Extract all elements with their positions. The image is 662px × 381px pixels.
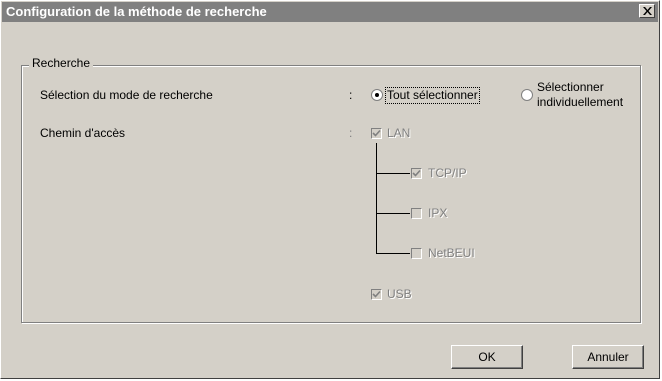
title-bar[interactable]: Configuration de la méthode de recherche [2, 2, 658, 22]
checkbox-tcpip-label: TCP/IP [428, 166, 467, 180]
checkmark-icon [372, 129, 381, 137]
checkbox-usb-label: USB [387, 287, 412, 301]
dialog-window: Configuration de la méthode de recherche… [0, 0, 660, 379]
checkbox-ipx-label: IPX [428, 206, 448, 220]
close-button[interactable] [639, 4, 655, 18]
access-path-label: Chemin d'accès [40, 126, 125, 140]
radio-select-all-label[interactable]: Tout sélectionner [385, 87, 480, 104]
checkbox-tcpip[interactable] [411, 168, 422, 179]
checkmark-icon [412, 169, 421, 177]
access-path-colon: : [349, 126, 353, 140]
radio-selected-dot [375, 93, 379, 97]
radio-select-individually-label-line2[interactable]: individuellement [537, 96, 623, 109]
tree-line-ipx [376, 213, 410, 214]
tree-line-netbeui [376, 253, 410, 254]
checkmark-icon [372, 290, 381, 298]
checkbox-lan-label: LAN [387, 126, 411, 140]
ok-button[interactable]: OK [451, 345, 523, 369]
checkbox-netbeui[interactable] [411, 248, 422, 259]
tree-line-tcpip [376, 173, 410, 174]
checkbox-usb[interactable] [371, 289, 382, 300]
radio-select-all[interactable] [371, 89, 383, 101]
cancel-button[interactable]: Annuler [572, 345, 644, 369]
close-icon [643, 7, 652, 15]
checkbox-lan[interactable] [371, 128, 382, 139]
search-mode-colon: : [349, 88, 353, 102]
checkbox-ipx[interactable] [411, 208, 422, 219]
search-group-legend: Recherche [29, 56, 94, 70]
tree-line-vertical [376, 143, 377, 254]
radio-select-individually-label-line1[interactable]: Sélectionner [537, 81, 604, 94]
radio-select-individually[interactable] [521, 89, 533, 101]
search-mode-label: Sélection du mode de recherche [40, 88, 213, 102]
checkbox-netbeui-label: NetBEUI [428, 246, 475, 260]
dialog-title: Configuration de la méthode de recherche [6, 4, 267, 19]
